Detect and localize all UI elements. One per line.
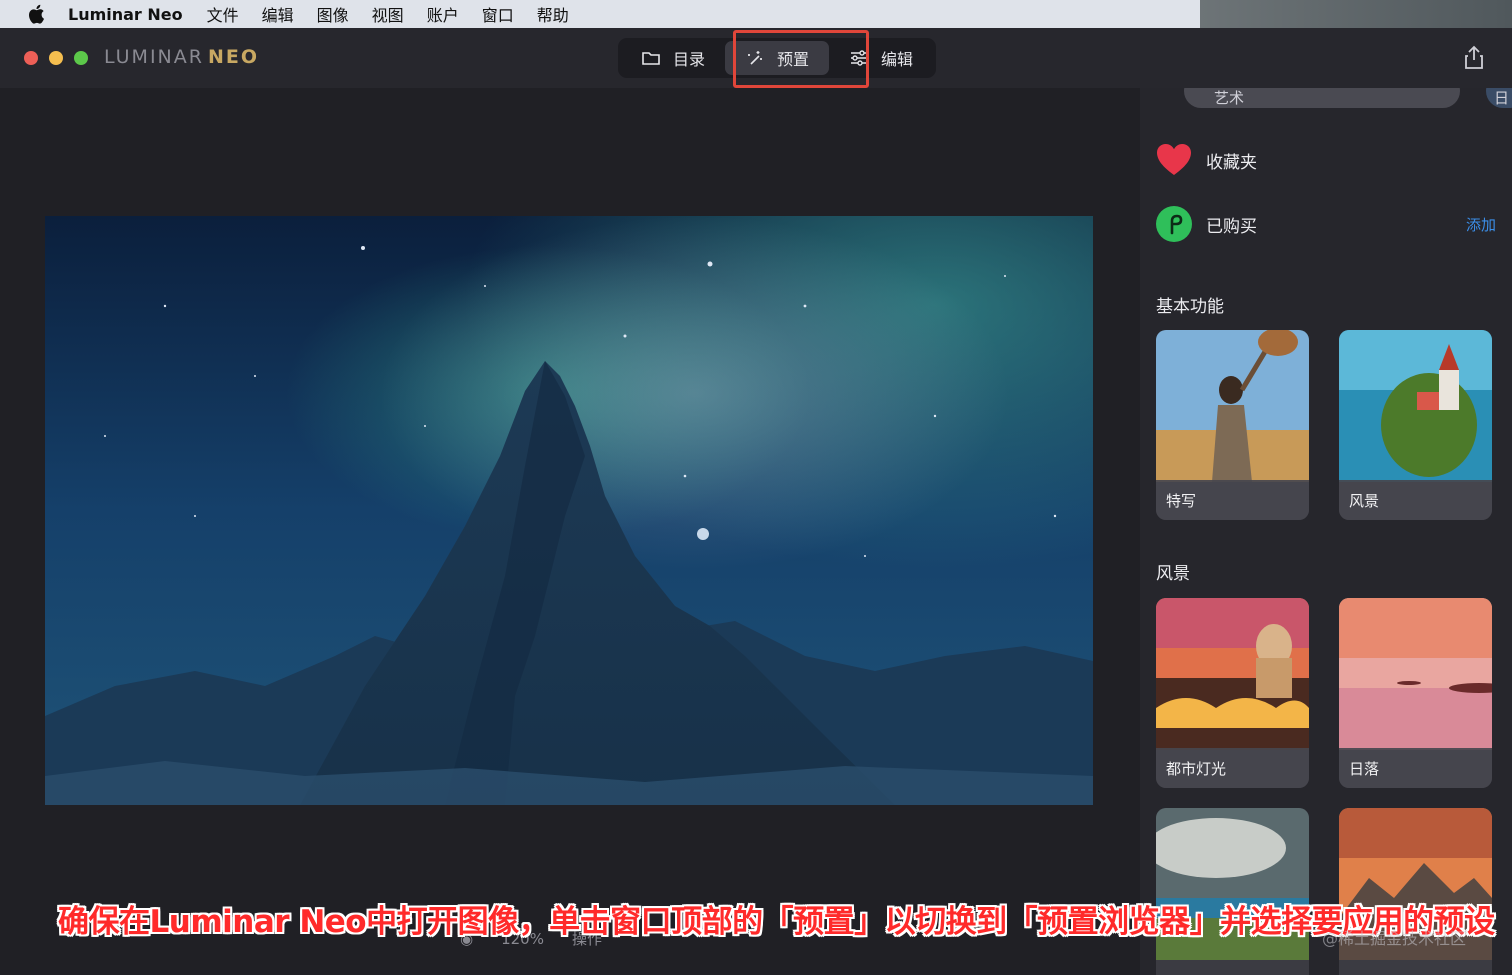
preset-card-mountains[interactable] <box>1339 808 1492 975</box>
add-link[interactable]: 添加 <box>1466 214 1496 235</box>
preset-card-city-lights[interactable]: 都市灯光 <box>1156 598 1309 788</box>
preset-card-label: 风景 <box>1339 480 1492 520</box>
tab-edit-label: 编辑 <box>881 50 914 69</box>
logo-text: LUMINAR <box>104 46 204 68</box>
purchased-icon <box>1156 206 1192 242</box>
app-window: LUMINAR NEO 目录 预置 编辑 ◉ 120% 操作 艺术 日 收藏夹 … <box>0 28 1512 975</box>
menu-item-edit[interactable]: 编辑 <box>262 2 294 26</box>
minimize-button[interactable] <box>49 51 63 65</box>
image-canvas: ◉ 120% 操作 <box>0 88 1140 975</box>
preset-card-label: 都市灯光 <box>1156 748 1309 788</box>
window-controls <box>24 51 88 65</box>
tab-catalog[interactable]: 目录 <box>621 41 725 75</box>
menu-app-name[interactable]: Luminar Neo <box>68 5 183 24</box>
section-landscape-title: 风景 <box>1156 564 1190 584</box>
logo-accent: NEO <box>207 46 260 68</box>
preset-card-landscape[interactable]: 风景 <box>1339 330 1492 520</box>
menu-item-file[interactable]: 文件 <box>207 2 239 26</box>
preset-thumbnail <box>1339 598 1492 750</box>
presets-highlight-box <box>733 30 869 88</box>
preset-card-storm[interactable] <box>1156 808 1309 975</box>
tutorial-caption: 确保在Luminar Neo中打开图像，单击窗口顶部的「预置」以切换到「预置浏览… <box>58 904 1495 940</box>
preset-thumbnail <box>1156 598 1309 750</box>
zoom-button[interactable] <box>74 51 88 65</box>
folder-icon <box>642 52 660 65</box>
purchased-label: 已购买 <box>1206 216 1257 237</box>
menu-item-help[interactable]: 帮助 <box>537 2 569 26</box>
preset-card-portrait[interactable]: 特写 <box>1156 330 1309 520</box>
category-chips: 艺术 日 <box>1184 88 1512 108</box>
preset-thumbnail <box>1156 330 1309 482</box>
menu-item-account[interactable]: 账户 <box>427 2 459 26</box>
section-basic-title: 基本功能 <box>1156 297 1224 317</box>
photo-preview[interactable] <box>45 216 1093 805</box>
apple-icon[interactable] <box>26 4 46 24</box>
close-button[interactable] <box>24 51 38 65</box>
watermark: @稀土掘金技术社区 <box>1322 929 1467 948</box>
chip-sunset[interactable]: 日 <box>1486 88 1512 108</box>
menu-item-image[interactable]: 图像 <box>317 2 349 26</box>
presets-panel: 艺术 日 收藏夹 已购买 添加 基本功能 特写 风景 风景 都市灯光 日落 <box>1140 88 1512 975</box>
tab-catalog-label: 目录 <box>673 50 706 69</box>
favorites-row[interactable]: 收藏夹 <box>1156 142 1496 178</box>
chip-art[interactable]: 艺术 <box>1184 88 1460 108</box>
title-bar: LUMINAR NEO 目录 预置 编辑 <box>0 28 1512 88</box>
menu-item-view[interactable]: 视图 <box>372 2 404 26</box>
preset-thumbnail <box>1339 330 1492 482</box>
menu-item-window[interactable]: 窗口 <box>482 2 514 26</box>
menu-bar: Luminar Neo 文件 编辑 图像 视图 账户 窗口 帮助 <box>0 0 1200 28</box>
preset-card-sunset[interactable]: 日落 <box>1339 598 1492 788</box>
heart-icon <box>1156 142 1192 178</box>
preset-card-label: 特写 <box>1156 480 1309 520</box>
preset-card-label: 日落 <box>1339 748 1492 788</box>
favorites-label: 收藏夹 <box>1206 152 1257 173</box>
app-logo: LUMINAR NEO <box>104 46 259 68</box>
purchased-row[interactable]: 已购买 添加 <box>1156 206 1496 242</box>
share-icon[interactable] <box>1462 44 1486 70</box>
